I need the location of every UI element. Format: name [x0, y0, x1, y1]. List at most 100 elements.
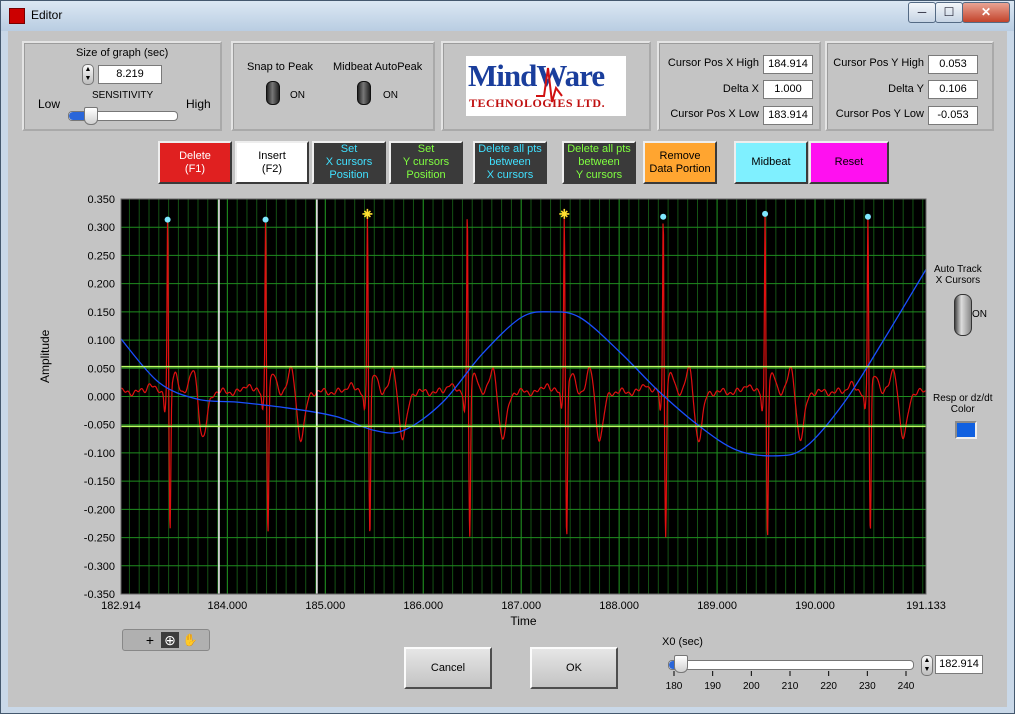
resp-color-label: Resp or dz/dt Color [933, 393, 993, 415]
sensitivity-slider-thumb[interactable] [83, 107, 98, 125]
x0-scale-label: 220 [820, 681, 837, 692]
remove-data-portion-button[interactable]: Remove Data Portion [643, 141, 717, 184]
cursor-x-high-value[interactable]: 184.914 [763, 55, 813, 74]
app-icon [9, 8, 25, 24]
x0-input[interactable]: 182.914 [935, 655, 983, 674]
delta-y-value[interactable]: 0.106 [928, 80, 978, 99]
maximize-button[interactable]: ☐ [935, 2, 963, 23]
cursor-y-panel: Cursor Pos Y High 0.053 Delta Y 0.106 Cu… [825, 41, 994, 131]
window-title: Editor [31, 8, 63, 22]
cursor-y-low-label: Cursor Pos Y Low [835, 108, 924, 120]
x0-scale-label: 190 [704, 681, 721, 692]
insert-button[interactable]: Insert (F2) [235, 141, 309, 184]
x-tick-label: 190.000 [795, 600, 835, 612]
cursor-x-high-label: Cursor Pos X High [667, 57, 759, 69]
y-tick-label: -0.150 [84, 476, 115, 488]
x-tick-label: 191.133 [906, 600, 946, 612]
peak-marker [762, 210, 769, 217]
x0-scale: 180 190 200 210 220 230 240 [666, 671, 915, 692]
set-x-cursors-button[interactable]: Set X cursors Position [312, 141, 386, 184]
peak-marker [164, 216, 171, 223]
x-tick-label: 182.914 [101, 600, 141, 612]
x0-scale-label: 180 [666, 681, 683, 692]
x-tick-label: 186.000 [403, 600, 443, 612]
graph-size-input[interactable]: 8.219 [98, 65, 162, 84]
y-tick-label: 0.250 [87, 250, 115, 262]
y-tick-label: -0.050 [84, 420, 115, 432]
delta-x-label: Delta X [722, 83, 759, 95]
y-tick-label: -0.200 [84, 504, 115, 516]
editor-window: Editor ─ ☐ ✕ Size of graph (sec) ▲ ▼ 8.21… [0, 0, 1015, 714]
cancel-button[interactable]: Cancel [404, 647, 492, 689]
zoom-tool-icon[interactable]: ⊕ [161, 632, 179, 648]
delete-between-x-button[interactable]: Delete all pts between X cursors [473, 141, 547, 184]
sensitivity-high-label: High [186, 97, 211, 111]
snap-to-peak-state: ON [290, 90, 305, 101]
y-tick-label: -0.300 [84, 561, 115, 573]
cursor-x-low-value[interactable]: 183.914 [763, 106, 813, 125]
y-tick-label: 0.150 [87, 307, 115, 319]
x-tick-label: 188.000 [599, 600, 639, 612]
peak-marker [262, 216, 269, 223]
x-tick-label: 189.000 [697, 600, 737, 612]
crosshair-tool-icon[interactable]: + [141, 632, 159, 648]
graph-size-label: Size of graph (sec) [76, 47, 169, 59]
y-tick-label: 0.200 [87, 279, 115, 291]
cursor-y-low-value[interactable]: -0.053 [928, 106, 978, 125]
pan-tool-icon[interactable]: ✋ [181, 632, 199, 648]
auto-track-state: ON [972, 309, 987, 320]
x-tick-label: 185.000 [305, 600, 345, 612]
close-button[interactable]: ✕ [962, 2, 1010, 23]
x0-scale-label: 200 [743, 681, 760, 692]
title-bar: Editor ─ ☐ ✕ [1, 1, 1014, 31]
mindware-logo: MindWare TECHNOLOGIES LTD. [466, 56, 626, 116]
auto-track-label: Auto Track X Cursors [934, 264, 982, 286]
cursor-x-panel: Cursor Pos X High 184.914 Delta X 1.000 … [657, 41, 821, 131]
cursor-y-high-label: Cursor Pos Y High [833, 57, 924, 69]
delta-y-label: Delta Y [888, 83, 924, 95]
sensitivity-label: SENSITIVITY [92, 90, 154, 101]
y-tick-label: -0.100 [84, 448, 115, 460]
midbeat-autopeak-toggle[interactable] [357, 81, 371, 105]
x-axis-label: Time [510, 614, 537, 628]
editor-client-area: Size of graph (sec) ▲ ▼ 8.219 Low SENSITI… [8, 31, 1007, 707]
peak-marker [660, 213, 667, 220]
auto-track-toggle[interactable] [954, 294, 972, 336]
logo-subtitle: TECHNOLOGIES LTD. [469, 96, 606, 110]
snap-to-peak-label: Snap to Peak [247, 61, 314, 73]
x0-scale-label: 230 [859, 681, 876, 692]
x0-label: X0 (sec) [662, 636, 703, 648]
snap-panel: Snap to Peak ON Midbeat AutoPeak ON [231, 41, 435, 131]
sensitivity-low-label: Low [38, 97, 61, 111]
midbeat-autopeak-label: Midbeat AutoPeak [333, 61, 423, 73]
graph-palette: + ⊕ ✋ [122, 629, 210, 651]
x0-slider[interactable] [668, 660, 914, 670]
y-tick-label: 0.050 [87, 363, 115, 375]
y-tick-label: 0.100 [87, 335, 115, 347]
y-tick-label: 0.000 [87, 392, 115, 404]
peak-marker [864, 213, 871, 220]
graph-size-spinner[interactable]: ▲ ▼ [82, 64, 94, 85]
set-y-cursors-button[interactable]: Set Y cursors Position [389, 141, 463, 184]
amplitude-chart[interactable]: 0.350 0.300 0.250 0.200 0.150 0.100 0.050 0.000… [8, 181, 1007, 641]
minimize-button[interactable]: ─ [908, 2, 936, 23]
x-tick-label: 184.000 [207, 600, 247, 612]
delete-between-y-button[interactable]: Delete all pts between Y cursors [562, 141, 636, 184]
delete-button[interactable]: Delete (F1) [158, 141, 232, 184]
ok-button[interactable]: OK [530, 647, 618, 689]
cursor-x-low-label: Cursor Pos X Low [670, 108, 759, 120]
cursor-y-high-value[interactable]: 0.053 [928, 55, 978, 74]
resp-color-swatch[interactable] [955, 421, 977, 439]
delta-x-value[interactable]: 1.000 [763, 80, 813, 99]
x-tick-label: 187.000 [501, 600, 541, 612]
y-tick-label: 0.350 [87, 194, 115, 206]
logo-panel: MindWare TECHNOLOGIES LTD. [441, 41, 651, 131]
y-tick-label: -0.250 [84, 533, 115, 545]
reset-button[interactable]: Reset [809, 141, 889, 184]
x0-scale-label: 240 [898, 681, 915, 692]
x0-spinner[interactable]: ▲ ▼ [921, 655, 933, 676]
y-tick-label: 0.300 [87, 222, 115, 234]
midbeat-button[interactable]: Midbeat [734, 141, 808, 184]
snap-to-peak-toggle[interactable] [266, 81, 280, 105]
graph-size-panel: Size of graph (sec) ▲ ▼ 8.219 Low SENSITI… [22, 41, 222, 131]
